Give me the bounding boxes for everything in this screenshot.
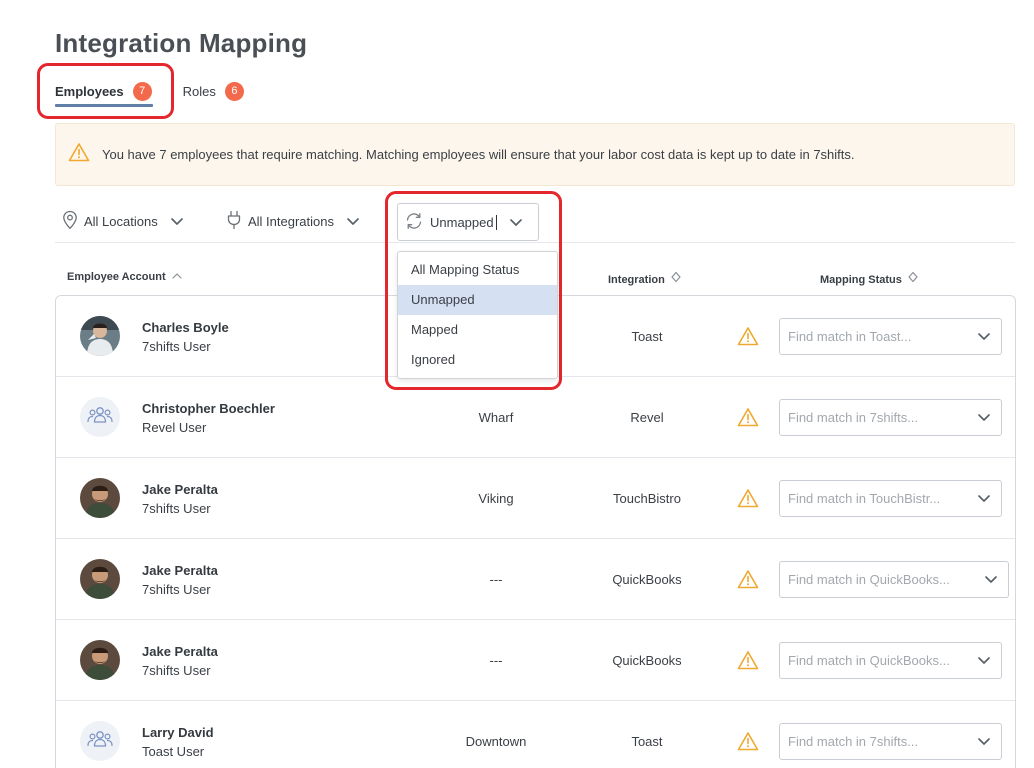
employee-name: Larry David [142, 725, 214, 740]
chevron-down-icon [977, 734, 991, 749]
employee-location: --- [489, 653, 503, 668]
page-title: Integration Mapping [55, 28, 308, 58]
tab-roles-count-badge: 6 [224, 81, 244, 101]
employee-account-type: 7shifts User [142, 582, 211, 597]
warning-icon [737, 488, 759, 513]
column-header-employee-account[interactable]: Employee Account [67, 271, 183, 283]
find-match-select[interactable]: Find match in QuickBooks... [779, 561, 1009, 598]
employee-name: Jake Peralta [142, 644, 218, 659]
column-header-label: Mapping Status [820, 273, 902, 286]
column-header-integration[interactable]: Integration [608, 271, 682, 288]
find-match-placeholder: Find match in QuickBooks... [788, 653, 950, 668]
find-match-select[interactable]: Find match in Toast... [779, 318, 1002, 355]
employee-integration: TouchBistro [613, 491, 681, 506]
employee-location: Downtown [465, 734, 527, 749]
alert-message: You have 7 employees that require matchi… [102, 147, 855, 162]
employee-location: --- [489, 572, 503, 587]
warning-icon [737, 569, 759, 594]
employee-account-type: Revel User [142, 420, 207, 435]
avatar [80, 316, 120, 356]
employee-account-type: Toast User [142, 744, 205, 759]
find-match-select[interactable]: Find match in TouchBistr... [779, 480, 1002, 517]
dropdown-option-all-mapping-status[interactable]: All Mapping Status [398, 255, 557, 285]
employee-location: Viking [478, 491, 514, 506]
warning-alert: You have 7 employees that require matchi… [55, 123, 1015, 186]
find-match-placeholder: Find match in QuickBooks... [788, 572, 950, 587]
table-row: Larry David Toast User Downtown Toast Fi… [56, 701, 1015, 768]
employee-integration: QuickBooks [612, 572, 682, 587]
sort-icon [902, 271, 919, 288]
column-header-mapping-status[interactable]: Mapping Status [820, 271, 919, 288]
tab-roles[interactable]: Roles 6 [183, 78, 244, 104]
mapping-status-dropdown-menu: All Mapping Status Unmapped Mapped Ignor… [397, 251, 558, 379]
locations-filter[interactable]: All Locations [62, 202, 184, 240]
employee-name: Christopher Boechler [142, 401, 275, 416]
employee-account-type: 7shifts User [142, 339, 211, 354]
employee-name: Jake Peralta [142, 563, 218, 578]
avatar [80, 721, 120, 761]
locations-filter-label: All Locations [84, 213, 158, 229]
user-group-icon [87, 406, 113, 429]
location-pin-icon [62, 210, 78, 233]
dropdown-option-mapped[interactable]: Mapped [398, 315, 557, 345]
employee-account-type: 7shifts User [142, 501, 211, 516]
table-row: Jake Peralta 7shifts User --- QuickBooks… [56, 539, 1015, 620]
find-match-select[interactable]: Find match in 7shifts... [779, 723, 1002, 760]
find-match-select[interactable]: Find match in 7shifts... [779, 399, 1002, 436]
avatar [80, 397, 120, 437]
find-match-placeholder: Find match in Toast... [788, 329, 912, 344]
plug-icon [226, 210, 242, 233]
employee-account-type: 7shifts User [142, 663, 211, 678]
warning-icon [737, 326, 759, 351]
tab-roles-label: Roles [182, 83, 216, 99]
employee-integration: Revel [630, 410, 664, 425]
user-group-icon [87, 730, 113, 753]
employee-location: Wharf [478, 410, 514, 425]
chevron-down-icon [977, 491, 991, 506]
sort-icon [665, 271, 682, 288]
warning-icon [737, 731, 759, 756]
find-match-placeholder: Find match in TouchBistr... [788, 491, 941, 506]
employee-name: Jake Peralta [142, 482, 218, 497]
table-row: Jake Peralta 7shifts User --- QuickBooks… [56, 620, 1015, 701]
chevron-down-icon [346, 217, 360, 226]
employee-integration: Toast [631, 329, 663, 344]
employee-integration: QuickBooks [612, 653, 682, 668]
sort-ascending-icon [166, 271, 183, 283]
chevron-down-icon [984, 572, 998, 587]
dropdown-option-unmapped[interactable]: Unmapped [398, 285, 557, 315]
warning-icon [68, 142, 90, 167]
chevron-down-icon [977, 653, 991, 668]
column-header-label: Integration [608, 273, 665, 286]
find-match-placeholder: Find match in 7shifts... [788, 410, 919, 425]
avatar [80, 640, 120, 680]
employee-name: Charles Boyle [142, 320, 229, 335]
warning-icon [737, 650, 759, 675]
avatar [80, 478, 120, 518]
avatar [80, 559, 120, 599]
integrations-filter[interactable]: All Integrations [226, 202, 360, 240]
integrations-filter-label: All Integrations [248, 213, 334, 229]
chevron-down-icon [977, 410, 991, 425]
column-header-label: Employee Account [67, 271, 166, 283]
chevron-down-icon [170, 217, 184, 226]
find-match-placeholder: Find match in 7shifts... [788, 734, 919, 749]
employee-integration: Toast [631, 734, 663, 749]
dropdown-option-ignored[interactable]: Ignored [398, 345, 557, 375]
annotation-highlight-tab [37, 63, 174, 119]
table-row: Jake Peralta 7shifts User Viking TouchBi… [56, 458, 1015, 539]
chevron-down-icon [977, 329, 991, 344]
warning-icon [737, 407, 759, 432]
find-match-select[interactable]: Find match in QuickBooks... [779, 642, 1002, 679]
